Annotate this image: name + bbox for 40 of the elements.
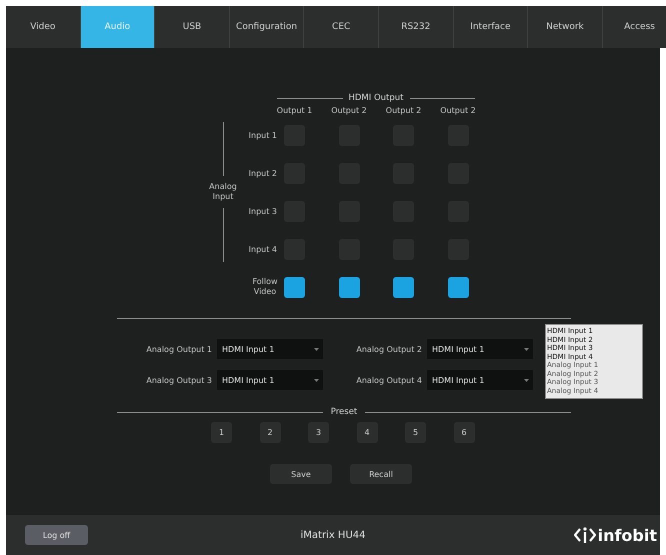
preset-button[interactable]: 4 xyxy=(356,422,378,443)
dropdown[interactable]: HDMI Input 1 xyxy=(217,370,323,390)
column-label: Output 2 xyxy=(440,106,476,114)
dropdown[interactable]: HDMI Input 1 xyxy=(427,339,533,359)
follow-video-toggle[interactable] xyxy=(338,276,360,298)
device-name: iMatrix HU44 xyxy=(300,530,366,540)
dropdown[interactable]: HDMI Input 1 xyxy=(427,370,533,390)
action-button[interactable]: Save xyxy=(270,464,332,484)
preset-button[interactable]: 5 xyxy=(405,422,426,443)
field-label: Analog Output 2 xyxy=(356,344,422,354)
caret-icon xyxy=(524,378,529,382)
logo-icon xyxy=(574,526,596,544)
action-button[interactable]: Recall xyxy=(350,464,412,484)
preset-button[interactable]: 2 xyxy=(260,422,280,443)
group-title: Analog Input xyxy=(208,181,238,203)
brand-name: infobit xyxy=(598,526,657,544)
follow-video-toggle[interactable] xyxy=(448,276,468,298)
caret-icon xyxy=(314,378,319,382)
follow-video-toggle[interactable] xyxy=(393,276,414,298)
row-label: Input 3 xyxy=(248,206,278,216)
preset-button[interactable]: 6 xyxy=(454,422,474,443)
preset-button[interactable]: 3 xyxy=(308,422,329,443)
group-title: HDMI Output xyxy=(348,93,404,103)
row-label: Input 1 xyxy=(248,130,278,140)
log-off-button[interactable]: Log off xyxy=(25,525,88,545)
caret-icon xyxy=(524,348,529,350)
preset-button[interactable]: 1 xyxy=(211,422,232,443)
dropdown[interactable]: HDMI Input 1 xyxy=(217,339,323,359)
field-label: Analog Output 1 xyxy=(146,344,212,354)
follow-video-toggle[interactable] xyxy=(284,276,305,298)
field-label: Analog Output 3 xyxy=(146,376,212,384)
row-label: Follow Video xyxy=(251,277,279,297)
group-title: Preset xyxy=(330,407,358,417)
row-label: Input 4 xyxy=(248,244,278,254)
column-label: Output 2 xyxy=(386,106,422,114)
column-label: Output 2 xyxy=(331,106,367,114)
field-label: Analog Output 4 xyxy=(356,376,422,384)
caret-icon xyxy=(314,348,319,350)
column-label: Output 1 xyxy=(276,106,312,114)
row-label: Input 2 xyxy=(248,168,278,178)
